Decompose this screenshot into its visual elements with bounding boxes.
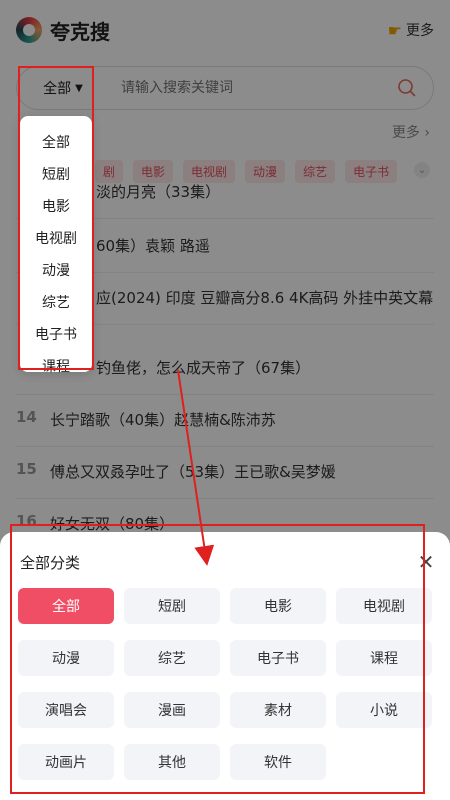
annotation-box-dropdown	[18, 66, 94, 370]
annotation-box-sheet	[10, 524, 425, 794]
